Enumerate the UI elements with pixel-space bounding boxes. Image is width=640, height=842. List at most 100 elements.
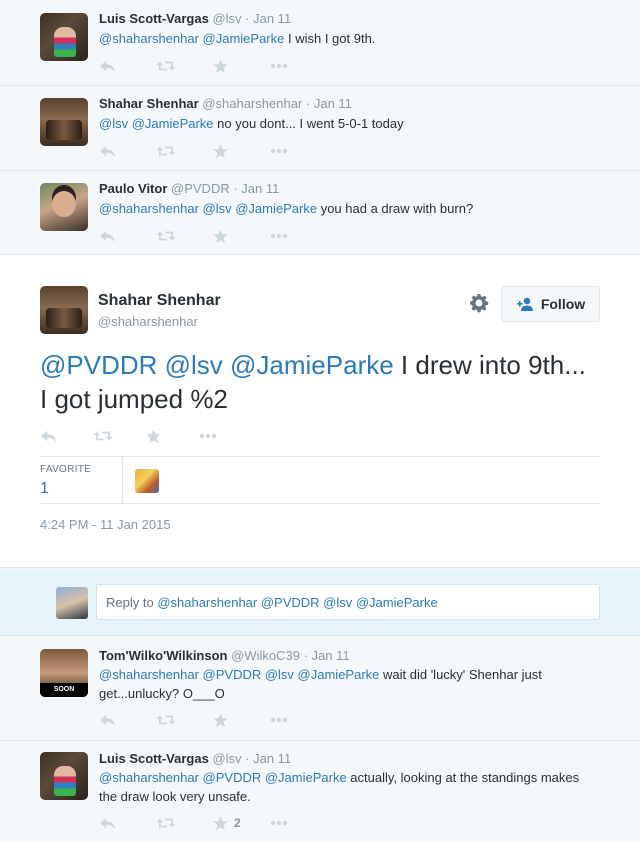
- favoriter-avatar[interactable]: [135, 469, 159, 493]
- tweet-item[interactable]: Luis Scott-Vargas @lsv · Jan 11 @shahars…: [0, 741, 640, 842]
- more-icon: [270, 63, 288, 69]
- author-handle[interactable]: @shaharshenhar: [202, 96, 302, 111]
- tweet-header: Tom'Wilko'Wilkinson @WilkoC39 · Jan 11: [99, 648, 350, 663]
- tweet-text: @shaharshenhar @JamieParke I wish I got …: [99, 29, 599, 48]
- retweet-button[interactable]: [156, 58, 213, 74]
- tweet-text: @shaharshenhar @PVDDR @JamieParke actual…: [99, 768, 589, 806]
- author-name[interactable]: Luis Scott-Vargas: [99, 11, 209, 26]
- more-icon: [199, 433, 217, 439]
- tweet-actions: [40, 428, 252, 444]
- retweet-button[interactable]: [156, 815, 213, 831]
- gear-icon[interactable]: [469, 293, 489, 313]
- tweet-stats: FAVORITE 1: [40, 456, 600, 504]
- author-handle[interactable]: @lsv: [212, 751, 241, 766]
- tweet-body: no you dont... I went 5-0-1 today: [213, 116, 404, 131]
- tweet-header: Luis Scott-Vargas @lsv · Jan 11: [99, 751, 292, 766]
- more-button[interactable]: [270, 143, 327, 159]
- tweet-text: @lsv @JamieParke no you dont... I went 5…: [99, 114, 599, 133]
- avatar[interactable]: [40, 98, 88, 146]
- author-handle[interactable]: @PVDDR: [171, 181, 230, 196]
- retweet-button[interactable]: [93, 428, 146, 444]
- author-handle[interactable]: @shaharshenhar: [98, 314, 198, 329]
- favorite-button[interactable]: [213, 143, 270, 159]
- tweet-time[interactable]: Jan 11: [241, 181, 279, 196]
- avatar[interactable]: [40, 183, 88, 231]
- reply-input[interactable]: Reply to @shaharshenhar @PVDDR @lsv @Jam…: [96, 584, 600, 620]
- reply-button[interactable]: [40, 428, 93, 444]
- favorite-button[interactable]: 2: [213, 815, 270, 831]
- favorite-icon: [213, 144, 228, 159]
- reply-mentions: @shaharshenhar @PVDDR @lsv @JamieParke: [157, 595, 438, 610]
- retweet-icon: [156, 144, 176, 158]
- follow-button[interactable]: Follow: [501, 286, 600, 322]
- favorite-count: 2: [234, 816, 241, 830]
- current-user-avatar: [56, 587, 88, 619]
- author-name[interactable]: Tom'Wilko'Wilkinson: [99, 648, 227, 663]
- retweet-icon: [156, 229, 176, 243]
- tweet-mentions[interactable]: @shaharshenhar @PVDDR @lsv @JamieParke: [99, 667, 379, 682]
- tweet-time[interactable]: Jan 11: [253, 11, 291, 26]
- tweet-item[interactable]: Shahar Shenhar @shaharshenhar · Jan 11 @…: [0, 86, 640, 171]
- tweet-actions: [99, 143, 327, 159]
- favorite-icon: [213, 229, 228, 244]
- reply-button[interactable]: [99, 143, 156, 159]
- tweet-text: @shaharshenhar @lsv @JamieParke you had …: [99, 199, 599, 218]
- tweet-mentions[interactable]: @shaharshenhar @JamieParke: [99, 31, 284, 46]
- tweet-mentions[interactable]: @shaharshenhar @lsv @JamieParke: [99, 201, 317, 216]
- tweet-actions: 2: [99, 815, 327, 831]
- tweet-mentions[interactable]: @shaharshenhar @PVDDR @JamieParke: [99, 770, 347, 785]
- author-name[interactable]: Shahar Shenhar: [98, 292, 221, 310]
- retweet-button[interactable]: [156, 143, 213, 159]
- tweet-header: Paulo Vitor @PVDDR · Jan 11: [99, 181, 280, 196]
- tweet-time[interactable]: Jan 11: [253, 751, 291, 766]
- tweet-header: Shahar Shenhar @shaharshenhar · Jan 11: [99, 96, 352, 111]
- follow-label: Follow: [540, 296, 586, 312]
- reply-button[interactable]: [99, 58, 156, 74]
- author-name[interactable]: Luis Scott-Vargas: [99, 751, 209, 766]
- tweet-header: Luis Scott-Vargas @lsv · Jan 11: [99, 11, 292, 26]
- retweet-icon: [93, 429, 113, 443]
- favorite-button[interactable]: [213, 712, 270, 728]
- avatar[interactable]: [40, 752, 88, 800]
- favorite-icon: [213, 713, 228, 728]
- favorite-stat-label: FAVORITE: [40, 464, 92, 475]
- tweet-text: @shaharshenhar @PVDDR @lsv @JamieParke w…: [99, 665, 589, 703]
- tweet-text: @PVDDR @lsv @JamieParke I drew into 9th.…: [40, 348, 600, 416]
- more-icon: [270, 233, 288, 239]
- more-button[interactable]: [270, 228, 327, 244]
- author-handle[interactable]: @lsv: [212, 11, 241, 26]
- avatar[interactable]: [40, 286, 88, 334]
- avatar[interactable]: [40, 13, 88, 61]
- tweet-actions: [99, 228, 327, 244]
- more-button[interactable]: [270, 815, 327, 831]
- tweet-time[interactable]: Jan 11: [312, 648, 350, 663]
- tweet-mentions[interactable]: @PVDDR @lsv @JamieParke: [40, 350, 394, 380]
- avatar-badge: SOON: [40, 683, 88, 697]
- retweet-icon: [156, 713, 176, 727]
- reply-button[interactable]: [99, 815, 156, 831]
- retweet-button[interactable]: [156, 712, 213, 728]
- retweet-button[interactable]: [156, 228, 213, 244]
- author-handle[interactable]: @WilkoC39: [231, 648, 300, 663]
- favorite-button[interactable]: [213, 228, 270, 244]
- favorite-icon: [213, 59, 228, 74]
- tweet-item[interactable]: Luis Scott-Vargas @lsv · Jan 11 @shahars…: [0, 0, 640, 86]
- reply-button[interactable]: [99, 712, 156, 728]
- reply-icon: [99, 816, 117, 830]
- favorite-stat-count[interactable]: 1: [40, 480, 49, 498]
- tweet-time[interactable]: Jan 11: [314, 96, 352, 111]
- author-name[interactable]: Paulo Vitor: [99, 181, 167, 196]
- more-button[interactable]: [270, 58, 327, 74]
- reply-button[interactable]: [99, 228, 156, 244]
- tweet-timestamp[interactable]: 4:24 PM - 11 Jan 2015: [40, 517, 171, 532]
- more-button[interactable]: [270, 712, 327, 728]
- tweet-item[interactable]: Paulo Vitor @PVDDR · Jan 11 @shaharshenh…: [0, 171, 640, 255]
- favorite-button[interactable]: [213, 58, 270, 74]
- tweet-mentions[interactable]: @lsv @JamieParke: [99, 116, 214, 131]
- favorite-button[interactable]: [146, 428, 199, 444]
- avatar[interactable]: SOON: [40, 649, 88, 697]
- author-name[interactable]: Shahar Shenhar: [99, 96, 199, 111]
- follow-user-icon: [516, 297, 534, 311]
- more-button[interactable]: [199, 428, 252, 444]
- tweet-item[interactable]: SOON Tom'Wilko'Wilkinson @WilkoC39 · Jan…: [0, 637, 640, 741]
